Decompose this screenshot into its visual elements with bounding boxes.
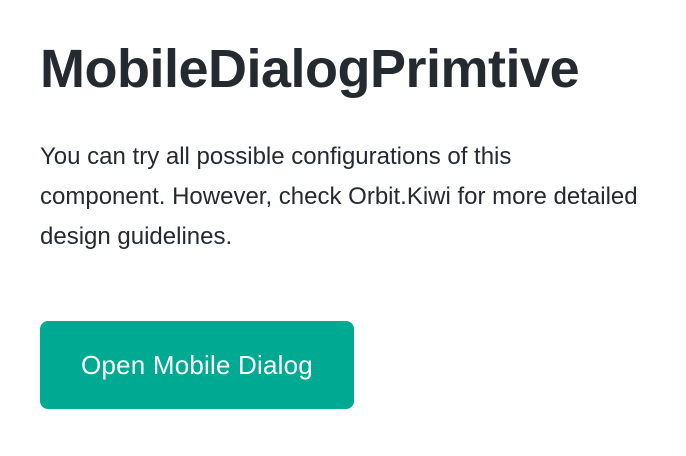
- story-page: MobileDialogPrimtive You can try all pos…: [0, 0, 686, 456]
- open-mobile-dialog-button-label: Open Mobile Dialog: [81, 349, 313, 380]
- page-title: MobileDialogPrimtive: [40, 39, 580, 99]
- page-description: You can try all possible configurations …: [40, 143, 638, 251]
- open-mobile-dialog-button[interactable]: Open Mobile Dialog: [40, 321, 354, 410]
